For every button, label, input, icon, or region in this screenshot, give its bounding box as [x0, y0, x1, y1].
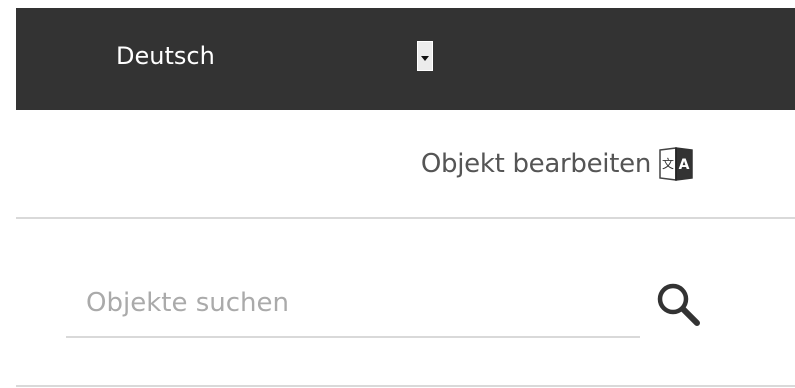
svg-text:文: 文	[662, 156, 674, 171]
edit-object-link[interactable]: Objekt bearbeiten 文 A	[421, 140, 695, 188]
language-selected-value: Deutsch	[116, 42, 215, 70]
language-bar: Deutsch	[16, 8, 795, 110]
svg-text:A: A	[679, 157, 690, 173]
search-field	[66, 272, 640, 338]
language-select[interactable]: Deutsch	[116, 36, 446, 76]
page: Deutsch Objekt bearbeiten 文 A	[0, 0, 795, 388]
divider	[16, 385, 795, 387]
search-input[interactable]	[86, 280, 606, 326]
dropdown-arrow-icon[interactable]	[417, 41, 433, 71]
divider	[16, 217, 795, 219]
edit-object-label: Objekt bearbeiten	[420, 149, 651, 179]
search-icon	[652, 283, 704, 334]
search-button[interactable]	[652, 278, 704, 330]
translate-icon: 文 A	[657, 144, 695, 184]
